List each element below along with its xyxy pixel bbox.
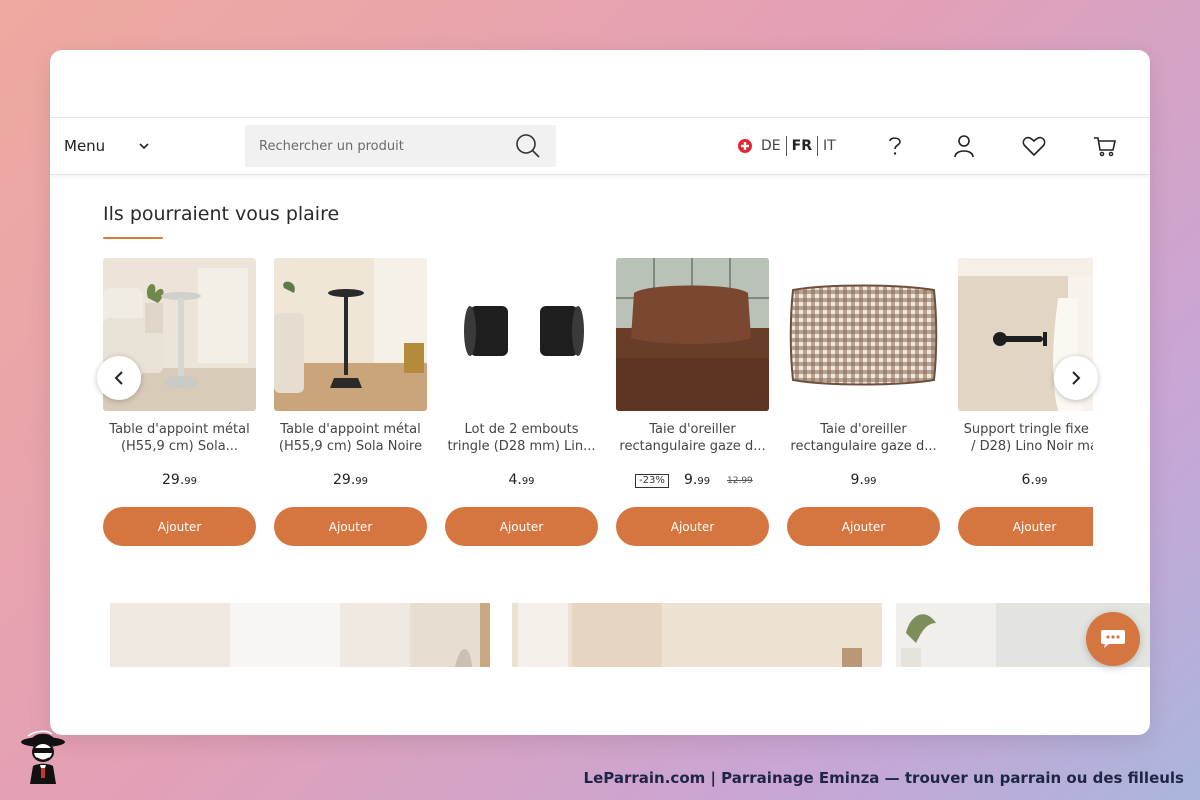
product-name[interactable]: Lot de 2 embouts tringle (D28 mm) Lin... xyxy=(437,421,606,455)
account-icon[interactable] xyxy=(950,132,978,160)
leparrain-logo xyxy=(21,730,65,784)
product-name-line: / D28) Lino Noir ma xyxy=(971,439,1093,454)
product-card[interactable]: Table d'appoint métal (H55,9 cm) Sola...… xyxy=(103,258,256,548)
product-price: 6.99 xyxy=(958,472,1093,488)
add-to-cart-button[interactable]: Ajouter xyxy=(958,507,1093,546)
add-to-cart-button[interactable]: Ajouter xyxy=(445,507,598,546)
product-name-line: Table d'appoint métal xyxy=(109,422,250,437)
product-name-line: rectangulaire gaze d... xyxy=(619,439,766,454)
chevron-right-icon xyxy=(1072,371,1081,385)
price-decimals: 99 xyxy=(697,476,711,487)
search-input[interactable] xyxy=(259,125,509,167)
price-decimals: 99 xyxy=(1034,476,1048,487)
search-icon[interactable] xyxy=(515,133,541,159)
add-to-cart-button[interactable]: Ajouter xyxy=(616,507,769,546)
section-title: Ils pourraient vous plaire xyxy=(103,203,340,225)
price-integer: 4. xyxy=(508,472,522,488)
language-de[interactable]: DE xyxy=(756,138,786,154)
old-price: 12.99 xyxy=(727,476,753,486)
product-name-line: Taie d'oreiller xyxy=(820,422,907,437)
price-integer: 9. xyxy=(684,472,698,488)
price-integer: 29. xyxy=(333,472,356,488)
price-decimals: 99 xyxy=(355,476,368,487)
add-to-cart-button[interactable]: Ajouter xyxy=(103,507,256,546)
product-name[interactable]: Support tringle fixe (L / D28) Lino Noir… xyxy=(950,421,1093,455)
chevron-left-icon xyxy=(114,371,123,385)
search-box xyxy=(245,125,556,167)
product-name-line: rectangulaire gaze d... xyxy=(790,439,937,454)
product-name-line: Lot de 2 embouts xyxy=(464,422,579,437)
language-fr[interactable]: FR xyxy=(787,138,817,154)
product-name-line: Taie d'oreiller xyxy=(649,422,736,437)
product-image[interactable] xyxy=(616,258,769,411)
language-switcher: DE FR IT xyxy=(738,118,841,174)
price-integer: 6. xyxy=(1021,472,1035,488)
price-decimals: 99 xyxy=(863,476,877,487)
chat-button[interactable] xyxy=(1086,612,1140,666)
product-card[interactable]: Lot de 2 embouts tringle (D28 mm) Lin...… xyxy=(445,258,598,548)
product-name-line: Table d'appoint métal xyxy=(280,422,421,437)
product-card[interactable]: Taie d'oreiller rectangulaire gaze d... … xyxy=(787,258,940,548)
product-name[interactable]: Table d'appoint métal (H55,9 cm) Sola... xyxy=(103,421,264,455)
product-name-line: tringle (D28 mm) Lin... xyxy=(447,439,596,454)
promo-banner-image[interactable] xyxy=(512,603,882,667)
menu-button[interactable]: Menu xyxy=(64,118,156,174)
add-to-cart-button[interactable]: Ajouter xyxy=(787,507,940,546)
carousel-next-button[interactable] xyxy=(1054,356,1098,400)
promo-banner-image[interactable] xyxy=(110,603,490,667)
menu-label: Menu xyxy=(64,137,106,155)
product-name-line: (H55,9 cm) Sola... xyxy=(120,439,239,454)
language-it[interactable]: IT xyxy=(818,138,841,154)
sale-price: 9.99 xyxy=(684,472,710,488)
product-price: 4.99 xyxy=(445,472,598,488)
product-price: 9.99 xyxy=(787,472,940,488)
section-title-underline xyxy=(103,237,163,239)
discount-badge: -23% xyxy=(635,474,669,488)
carousel-prev-button[interactable] xyxy=(97,356,141,400)
chat-icon xyxy=(1101,630,1125,648)
product-name[interactable]: Table d'appoint métal (H55,9 cm) Sola No… xyxy=(266,421,435,455)
product-card[interactable]: Support tringle fixe (L / D28) Lino Noir… xyxy=(958,258,1093,548)
product-image[interactable] xyxy=(787,258,940,411)
help-icon[interactable] xyxy=(881,132,909,160)
price-integer: 29. xyxy=(162,472,185,488)
wishlist-heart-icon[interactable] xyxy=(1020,132,1048,160)
product-name-line: Support tringle fixe (L xyxy=(963,422,1093,437)
price-integer: 9. xyxy=(850,472,864,488)
site-header: Menu DE FR IT xyxy=(50,117,1150,175)
product-card[interactable]: Table d'appoint métal (H55,9 cm) Sola No… xyxy=(274,258,427,548)
product-name[interactable]: Taie d'oreiller rectangulaire gaze d... xyxy=(779,421,948,455)
product-name[interactable]: Taie d'oreiller rectangulaire gaze d... xyxy=(608,421,777,455)
cart-icon[interactable] xyxy=(1091,132,1119,160)
add-to-cart-button[interactable]: Ajouter xyxy=(274,507,427,546)
product-carousel: Table d'appoint métal (H55,9 cm) Sola...… xyxy=(103,258,1093,558)
swiss-flag-icon xyxy=(738,139,752,153)
product-price: 29.99 xyxy=(103,472,256,488)
product-name-line: (H55,9 cm) Sola Noire xyxy=(278,439,423,454)
price-decimals: 99 xyxy=(184,476,197,487)
product-image[interactable] xyxy=(445,258,598,411)
footer-caption: LeParrain.com | Parrainage Eminza — trou… xyxy=(583,769,1184,787)
product-price: 29.99 xyxy=(274,472,427,488)
price-decimals: 99 xyxy=(521,476,535,487)
product-card[interactable]: Taie d'oreiller rectangulaire gaze d... … xyxy=(616,258,769,548)
page-card: Menu DE FR IT xyxy=(50,50,1150,735)
product-image[interactable] xyxy=(274,258,427,411)
chevron-down-icon xyxy=(139,143,149,150)
